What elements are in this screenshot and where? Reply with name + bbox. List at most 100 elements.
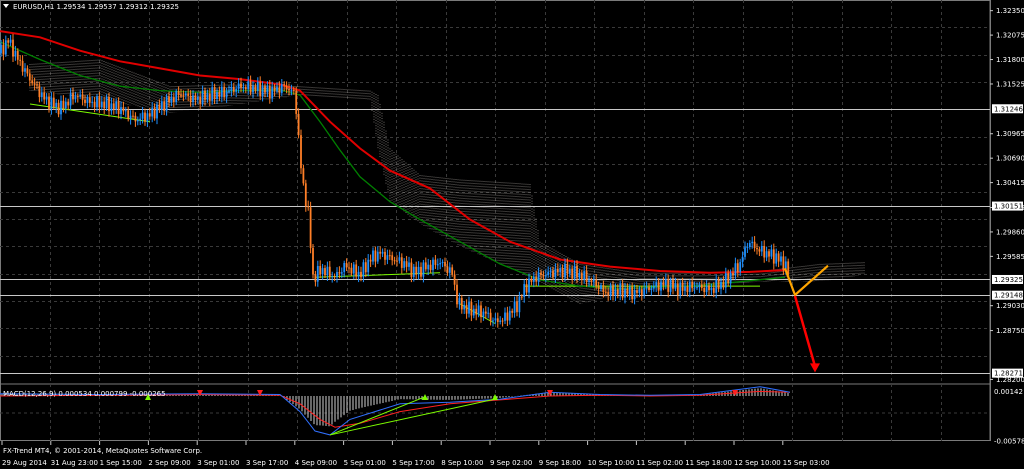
price-tag-label: 1.31246 <box>994 105 1023 113</box>
candle-body <box>588 280 590 282</box>
candle-body <box>252 85 254 93</box>
candle-body <box>249 81 252 93</box>
candle-body <box>712 287 715 293</box>
candle-body <box>55 102 58 108</box>
candle-body <box>288 89 290 91</box>
candle-body <box>417 266 420 275</box>
candle-body <box>652 286 655 289</box>
candle-body <box>655 282 658 287</box>
candle-body <box>199 96 202 104</box>
candle-body <box>573 265 576 279</box>
copyright-label: FX-Trend MT4, © 2001-2014, MetaQuotes So… <box>3 447 202 455</box>
macd-tick-label: -0.00578 <box>994 438 1024 446</box>
candle-body <box>768 251 770 257</box>
candle-body <box>561 267 564 278</box>
candle-body <box>633 290 636 300</box>
price-tick-label: 1.31525 <box>996 80 1024 88</box>
candle-body <box>429 264 432 271</box>
candle-body <box>676 283 679 296</box>
candle-body <box>688 281 691 292</box>
candle-body <box>513 301 516 313</box>
candle-body <box>528 278 530 293</box>
candle-body <box>21 60 24 72</box>
price-tag-label: 1.28271 <box>994 370 1023 378</box>
candle-body <box>638 289 641 293</box>
time-tick-label: 10 Sep 10:00 <box>588 459 635 467</box>
time-tick-label: 9 Sep 02:00 <box>490 459 532 467</box>
candle-body <box>67 101 70 106</box>
candle-body <box>748 243 751 248</box>
candle-body <box>554 268 557 278</box>
candle-body <box>734 263 737 276</box>
candle-body <box>453 274 456 285</box>
candle-body <box>600 285 602 289</box>
time-tick-label: 15 Sep 03:00 <box>783 459 830 467</box>
candle-body <box>758 249 761 252</box>
time-tick-label: 11 Sep 02:00 <box>636 459 683 467</box>
candle-body <box>194 95 197 101</box>
candle-body <box>343 263 346 273</box>
price-chart[interactable]: 1.32350 1.32075 1.31800 1.31525 1.30965 1.306… <box>0 0 1024 469</box>
candle-body <box>480 305 482 318</box>
candle-body <box>705 285 708 293</box>
candle-body <box>134 115 137 122</box>
candle-body <box>645 287 648 289</box>
candle-body <box>520 296 523 298</box>
candle-body <box>40 92 43 98</box>
candle-body <box>374 250 377 262</box>
candle-body <box>746 247 749 249</box>
candle-body <box>115 101 118 110</box>
time-tick-label: 1 Sep 15:00 <box>100 459 142 467</box>
candle-body <box>410 262 413 277</box>
candle-body <box>386 255 389 260</box>
candle-body <box>124 110 127 112</box>
candle-body <box>772 249 775 264</box>
candle-body <box>254 85 257 91</box>
candle-body <box>230 86 233 91</box>
candle-body <box>235 88 238 92</box>
candle-body <box>648 287 650 290</box>
candle-body <box>170 97 173 103</box>
candle-body <box>484 311 487 314</box>
candle-body <box>487 312 490 314</box>
candle-body <box>436 264 439 266</box>
candle-body <box>278 86 281 93</box>
candle-body <box>136 119 139 122</box>
candle-body <box>52 97 55 108</box>
candle-body <box>266 85 269 93</box>
candle-body <box>664 279 667 286</box>
candle-body <box>148 113 151 117</box>
candle-body <box>216 91 218 99</box>
candle-body <box>91 101 94 103</box>
candle-body <box>552 270 554 278</box>
candle-body <box>14 50 17 57</box>
candle-body <box>597 286 600 289</box>
candle-body <box>489 312 492 322</box>
candle-body <box>650 288 653 290</box>
candle-body <box>324 268 326 276</box>
candle-body <box>208 93 211 101</box>
candle-body <box>168 96 170 103</box>
candle-body <box>283 84 286 86</box>
candle-body <box>19 59 22 61</box>
candle-body <box>604 291 607 293</box>
price-tick-label: 1.30690 <box>996 155 1024 163</box>
candle-body <box>739 262 742 272</box>
candle-body <box>96 96 98 108</box>
candle-body <box>595 279 598 287</box>
candle-body <box>568 268 571 274</box>
candle-body <box>33 83 36 85</box>
candle-body <box>722 281 725 288</box>
candle-body <box>609 285 612 296</box>
candle-body <box>422 262 425 277</box>
candle-body <box>321 268 324 275</box>
candle-body <box>300 135 302 169</box>
candle-body <box>614 289 617 296</box>
price-tick-label: 1.30415 <box>996 179 1024 187</box>
price-tick-label: 1.31800 <box>996 56 1024 64</box>
macd-tick-label: 0.00142 <box>994 388 1023 396</box>
candle-body <box>499 320 502 322</box>
candle-body <box>741 256 744 263</box>
candle-body <box>441 261 444 263</box>
candle-body <box>280 84 283 93</box>
